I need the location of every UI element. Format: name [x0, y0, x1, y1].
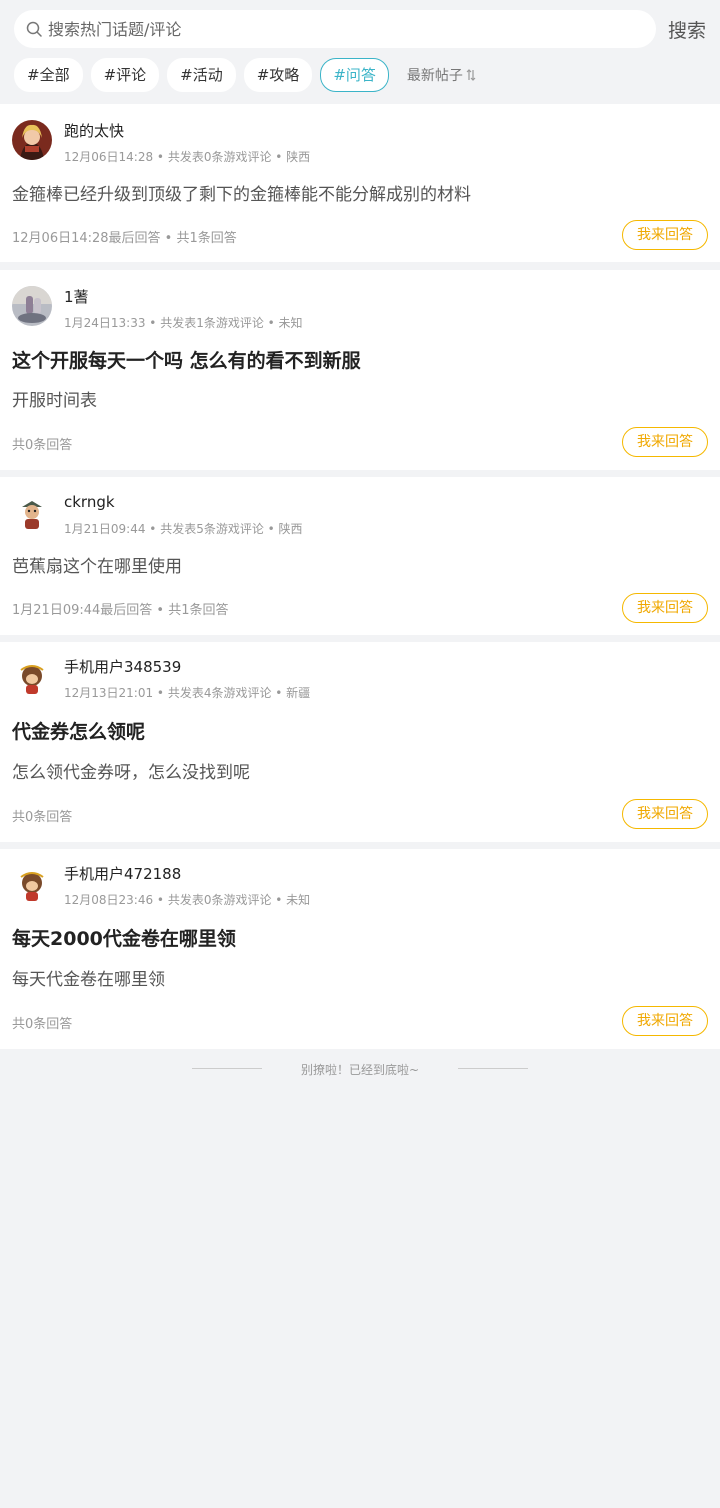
search-button[interactable]: 搜索 — [668, 16, 706, 43]
avatar-monkey-icon — [12, 658, 52, 698]
username[interactable]: ckrngk — [64, 493, 115, 511]
post-meta: 1月21日09:44 • 共发表5条游戏评论 • 陕西 — [64, 522, 303, 536]
answer-button[interactable]: 我来回答 — [622, 799, 708, 829]
avatar[interactable] — [12, 865, 52, 905]
post-title[interactable]: 这个开服每天一个吗 怎么有的看不到新服 — [12, 346, 361, 373]
username[interactable]: 手机用户472188 — [64, 863, 181, 884]
avatar-character-icon — [12, 493, 52, 533]
avatar[interactable] — [12, 120, 52, 160]
post-card[interactable]: 1蓍 1月24日13:33 • 共发表1条游戏评论 • 未知 这个开服每天一个吗… — [0, 270, 720, 470]
avatar-warrior-icon — [12, 120, 52, 160]
post-footer: 共0条回答 — [12, 438, 73, 453]
search-icon — [26, 21, 42, 37]
avatar-photo-icon — [12, 286, 52, 326]
post-meta: 12月13日21:01 • 共发表4条游戏评论 • 新疆 — [64, 686, 311, 700]
tag-all[interactable]: #全部 — [14, 58, 83, 92]
answer-button[interactable]: 我来回答 — [622, 220, 708, 250]
tag-qa[interactable]: #问答 — [320, 58, 389, 92]
sort-arrows-icon — [466, 69, 476, 81]
post-footer: 共0条回答 — [12, 1017, 73, 1032]
post-meta: 1月24日13:33 • 共发表1条游戏评论 • 未知 — [64, 316, 303, 330]
tag-events[interactable]: #活动 — [167, 58, 236, 92]
avatar[interactable] — [12, 286, 52, 326]
post-footer: 12月06日14:28最后回答 • 共1条回答 — [12, 231, 237, 246]
end-divider-right — [458, 1068, 528, 1069]
username[interactable]: 手机用户348539 — [64, 656, 181, 677]
post-card[interactable]: ckrngk 1月21日09:44 • 共发表5条游戏评论 • 陕西 芭蕉扇这个… — [0, 477, 720, 635]
post-content[interactable]: 开服时间表 — [12, 386, 97, 411]
username[interactable]: 跑的太快 — [64, 120, 124, 141]
end-of-list-message: 别撩啦！已经到底啦~ — [300, 1063, 420, 1077]
post-title[interactable]: 每天2000代金卷在哪里领 — [12, 924, 236, 951]
search-box[interactable] — [14, 10, 656, 48]
post-footer: 共0条回答 — [12, 810, 73, 825]
search-input[interactable] — [48, 10, 638, 48]
post-content[interactable]: 每天代金卷在哪里领 — [12, 965, 165, 990]
sort-dropdown[interactable]: 最新帖子 — [407, 65, 476, 85]
answer-button[interactable]: 我来回答 — [622, 427, 708, 457]
post-card[interactable]: 手机用户348539 12月13日21:01 • 共发表4条游戏评论 • 新疆 … — [0, 642, 720, 842]
sort-label: 最新帖子 — [406, 68, 463, 84]
tag-filter-bar: #全部 #评论 #活动 #攻略 #问答 最新帖子 — [14, 58, 476, 92]
avatar[interactable] — [12, 658, 52, 698]
post-card[interactable]: 跑的太快 12月06日14:28 • 共发表0条游戏评论 • 陕西 金箍棒已经升… — [0, 104, 720, 262]
post-card[interactable]: 手机用户472188 12月08日23:46 • 共发表0条游戏评论 • 未知 … — [0, 849, 720, 1049]
post-content[interactable]: 芭蕉扇这个在哪里使用 — [12, 552, 182, 577]
post-title[interactable]: 代金券怎么领呢 — [12, 717, 145, 744]
post-content[interactable]: 金箍棒已经升级到顶级了剩下的金箍棒能不能分解成别的材料 — [12, 180, 471, 205]
answer-button[interactable]: 我来回答 — [622, 1006, 708, 1036]
tag-guides[interactable]: #攻略 — [243, 58, 313, 92]
avatar-monkey-icon — [12, 865, 52, 905]
post-footer: 1月21日09:44最后回答 • 共1条回答 — [12, 603, 229, 618]
username[interactable]: 1蓍 — [64, 286, 89, 307]
top-bar: 搜索 #全部 #评论 #活动 #攻略 #问答 最新帖子 — [0, 0, 720, 104]
answer-button[interactable]: 我来回答 — [622, 593, 708, 623]
tag-comments[interactable]: #评论 — [90, 58, 160, 92]
post-meta: 12月08日23:46 • 共发表0条游戏评论 • 未知 — [64, 893, 311, 907]
avatar[interactable] — [12, 493, 52, 533]
post-content[interactable]: 怎么领代金券呀，怎么没找到呢 — [12, 758, 250, 783]
post-meta: 12月06日14:28 • 共发表0条游戏评论 • 陕西 — [64, 150, 311, 164]
